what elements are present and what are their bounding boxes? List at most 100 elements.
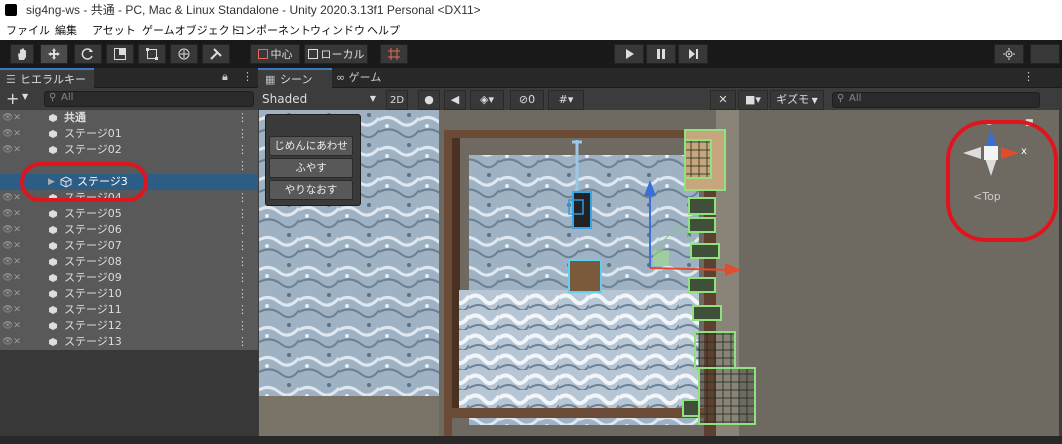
wrench-icon: ✕ <box>718 93 728 106</box>
row-menu-icon[interactable]: ⋮ <box>237 126 248 142</box>
lighting-toggle[interactable]: ● <box>418 90 440 110</box>
row-menu-icon[interactable]: ⋮ <box>237 270 248 286</box>
hierarchy-row-stage01[interactable]: 👁︎✕ ステージ01 ⋮ <box>0 126 258 142</box>
row-menu-icon[interactable]: ⋮ <box>237 222 248 238</box>
hierarchy-row-stage09[interactable]: 👁︎✕ ステージ09 ⋮ <box>0 270 258 286</box>
hierarchy-tab-bar: ☰ ヒエラルキー 🔒︎ ⋮ <box>0 68 258 88</box>
hierarchy-row-stage10[interactable]: 👁︎✕ ステージ10 ⋮ <box>0 286 258 302</box>
shading-mode-dropdown[interactable]: Shaded ▼ <box>258 90 380 110</box>
hierarchy-row-stage06[interactable]: 👁︎✕ ステージ06 ⋮ <box>0 222 258 238</box>
collab-button[interactable] <box>1030 44 1060 64</box>
row-menu-icon[interactable]: ⋮ <box>237 206 248 222</box>
services-button[interactable] <box>994 44 1024 64</box>
2d-label: 2D <box>389 95 405 106</box>
visibility-pick-icon[interactable]: 👁︎✕ <box>2 225 32 235</box>
tools-button[interactable]: ✕ <box>710 90 736 110</box>
hierarchy-row-label: ステージ12 <box>64 319 122 332</box>
grid-snap-button[interactable] <box>380 44 408 64</box>
local-space-toggle[interactable]: ローカル <box>304 44 368 64</box>
hidden-count: 0 <box>528 93 536 106</box>
audio-toggle[interactable]: ◀ <box>444 90 466 110</box>
visibility-pick-icon[interactable]: 👁︎✕ <box>2 257 32 267</box>
row-menu-icon[interactable]: ⋮ <box>237 318 248 334</box>
hierarchy-row-stage02[interactable]: 👁︎✕ ステージ02 ⋮ <box>0 142 258 158</box>
add-dropdown-icon[interactable]: ▼ <box>22 92 28 101</box>
visibility-pick-icon[interactable]: 👁︎✕ <box>2 273 32 283</box>
hierarchy-menu-icon[interactable]: ⋮ <box>242 70 253 83</box>
menu-window[interactable]: ウィンドウ <box>310 22 365 38</box>
transform-tool-button[interactable] <box>170 44 198 64</box>
menu-bar: ファイル 編集 アセット ゲームオブジェクト コンポーネント ウィンドウ ヘルプ <box>0 20 1062 40</box>
rect-tool-button[interactable] <box>138 44 166 64</box>
step-button[interactable] <box>678 44 708 64</box>
move-tool-button[interactable] <box>40 44 68 64</box>
visibility-pick-icon[interactable]: 👁︎✕ <box>2 113 32 123</box>
unity-scene-icon <box>49 242 57 250</box>
hidden-objects-toggle[interactable]: ⊘0 <box>510 90 544 110</box>
visibility-pick-icon[interactable]: 👁︎✕ <box>2 129 32 139</box>
visibility-pick-icon[interactable]: 👁︎✕ <box>2 241 32 251</box>
play-icon <box>626 49 634 59</box>
gizmos-dropdown[interactable]: ギズモ ▼ <box>770 90 824 110</box>
scale-tool-button[interactable] <box>106 44 134 64</box>
row-menu-icon[interactable]: ⋮ <box>237 142 248 158</box>
hierarchy-row-common[interactable]: 👁︎✕ 共通 ⋮ <box>0 110 258 126</box>
hierarchy-row-stage11[interactable]: 👁︎✕ ステージ11 ⋮ <box>0 302 258 318</box>
game-tab-label: ゲーム <box>348 71 382 84</box>
hierarchy-row-stage05[interactable]: 👁︎✕ ステージ05 ⋮ <box>0 206 258 222</box>
scene-search-input[interactable]: ⚲ All <box>832 92 1040 108</box>
increase-button[interactable]: ふやす <box>269 158 353 178</box>
rotate-tool-button[interactable] <box>74 44 102 64</box>
visibility-pick-icon[interactable]: 👁︎✕ <box>2 321 32 331</box>
hierarchy-search-placeholder: All <box>61 92 74 103</box>
row-menu-icon[interactable]: ⋮ <box>237 254 248 270</box>
row-menu-icon[interactable]: ⋮ <box>237 334 248 350</box>
tab-scene[interactable]: ▦ シーン <box>258 68 332 88</box>
row-menu-icon[interactable]: ⋮ <box>237 238 248 254</box>
menu-component[interactable]: コンポーネント <box>234 22 311 38</box>
row-menu-icon[interactable]: ⋮ <box>237 110 248 126</box>
custom-tool-button[interactable] <box>202 44 230 64</box>
visibility-pick-icon[interactable]: 👁︎✕ <box>2 289 32 299</box>
pause-button[interactable] <box>646 44 676 64</box>
menu-help[interactable]: ヘルプ <box>367 22 400 38</box>
menu-assets[interactable]: アセット <box>92 22 136 38</box>
hierarchy-row-stage07[interactable]: 👁︎✕ ステージ07 ⋮ <box>0 238 258 254</box>
tab-hierarchy[interactable]: ☰ ヒエラルキー <box>0 68 94 88</box>
visibility-pick-icon[interactable]: 👁︎✕ <box>2 145 32 155</box>
menu-gameobject[interactable]: ゲームオブジェクト <box>142 22 241 38</box>
visibility-pick-icon[interactable]: 👁︎✕ <box>2 209 32 219</box>
visibility-pick-icon[interactable]: 👁︎✕ <box>2 337 32 347</box>
row-menu-icon[interactable]: ⋮ <box>237 302 248 318</box>
row-menu-icon[interactable]: ⋮ <box>237 190 248 206</box>
scene-tab-label: シーン <box>280 73 313 86</box>
hierarchy-row-stage13[interactable]: 👁︎✕ ステージ13 ⋮ <box>0 334 258 350</box>
2d-mode-toggle[interactable]: 2D <box>386 90 408 110</box>
hand-tool-button[interactable] <box>10 44 34 64</box>
snap-to-ground-button[interactable]: じめんにあわせる <box>269 136 353 170</box>
lock-icon[interactable]: 🔒︎ <box>222 70 228 84</box>
row-menu-icon[interactable]: ⋮ <box>237 286 248 302</box>
hierarchy-row-label: ステージ13 <box>64 335 122 348</box>
redo-button[interactable]: やりなおす <box>269 180 353 200</box>
hierarchy-row-label: ステージ05 <box>64 207 122 220</box>
row-menu-icon[interactable]: ⋮ <box>237 158 248 174</box>
scene-viewport[interactable]: じめんにあわせる ふやす やりなおす z x <Top ■ <box>259 110 1059 436</box>
hierarchy-search-input[interactable]: ⚲ All <box>44 91 254 107</box>
hierarchy-row-label: ステージ09 <box>64 271 122 284</box>
scale-icon <box>114 48 126 60</box>
visibility-pick-icon[interactable]: 👁︎✕ <box>2 305 32 315</box>
pivot-center-toggle[interactable]: 中心 <box>250 44 300 64</box>
camera-dropdown[interactable]: ■▾ <box>738 90 768 110</box>
scene-menu-icon[interactable]: ⋮ <box>1023 70 1034 83</box>
play-button[interactable] <box>614 44 644 64</box>
tab-game[interactable]: ∞ ゲーム <box>336 68 381 88</box>
effects-dropdown[interactable]: ◈▾ <box>470 90 504 110</box>
hierarchy-row-stage08[interactable]: 👁︎✕ ステージ08 ⋮ <box>0 254 258 270</box>
search-icon: ⚲ <box>837 93 845 104</box>
menu-file[interactable]: ファイル <box>6 22 50 38</box>
add-object-button[interactable]: + <box>6 89 19 108</box>
menu-edit[interactable]: 編集 <box>55 22 77 38</box>
hierarchy-row-stage12[interactable]: 👁︎✕ ステージ12 ⋮ <box>0 318 258 334</box>
grid-dropdown[interactable]: #▾ <box>548 90 584 110</box>
